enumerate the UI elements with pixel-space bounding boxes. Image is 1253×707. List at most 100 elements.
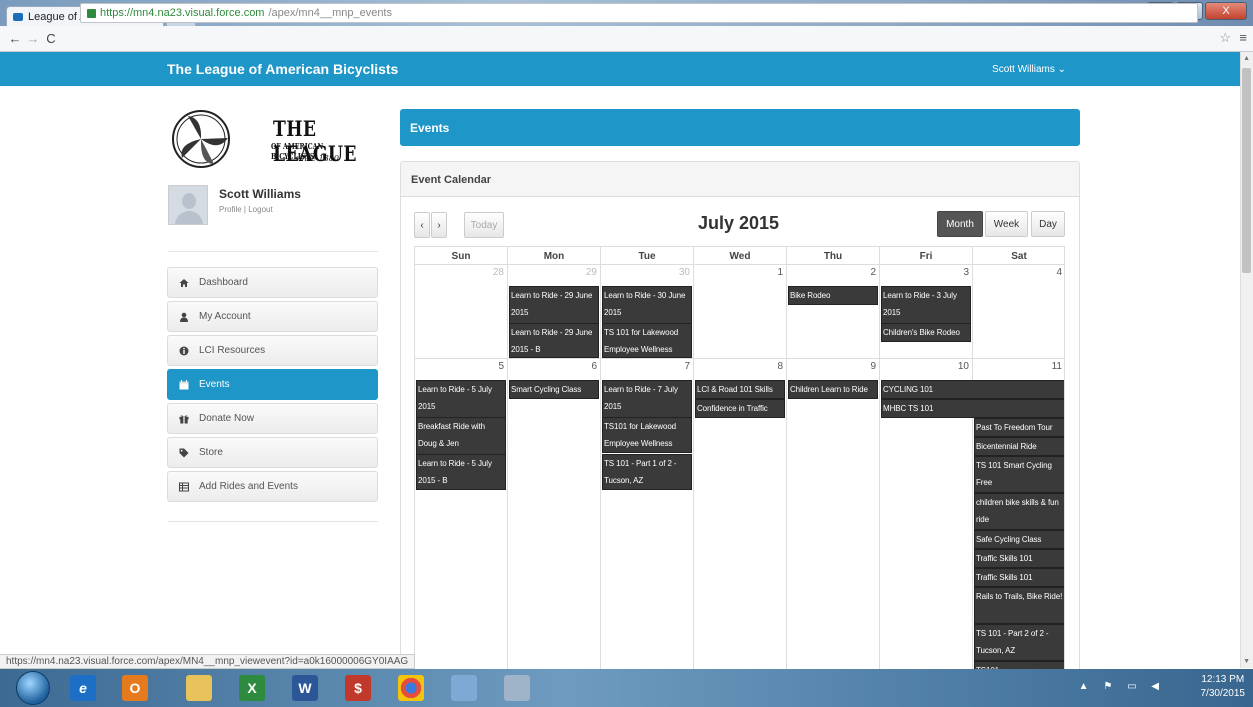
clock[interactable]: 12:13 PM 7/30/2015 <box>1201 673 1246 701</box>
calendar-event[interactable]: TS 101 - Part 1 of 2 - Tucson, AZ <box>602 454 692 490</box>
close-window-button[interactable]: X <box>1205 2 1247 20</box>
nav-item-label: Dashboard <box>199 277 248 288</box>
calendar-event[interactable]: Traffic Skills 101 <box>974 549 1064 568</box>
league-logo[interactable]: THE LEAGUE OF AMERICAN BICYCLISTS since … <box>168 106 380 170</box>
forward-arrow-icon[interactable]: → <box>24 31 42 46</box>
nav-item-donate-now[interactable]: Donate Now <box>167 403 378 434</box>
calendar-event[interactable]: Safe Cycling Class <box>974 530 1064 549</box>
calendar-event[interactable]: Confidence in Traffic <box>695 399 785 418</box>
bicycle-wheel-logo-icon <box>172 110 230 168</box>
calendar-event[interactable]: Past To Freedom Tour <box>974 418 1064 437</box>
calendar-event[interactable]: TS101 for Lakewood Employee Wellness <box>602 417 692 453</box>
today-button[interactable]: Today <box>464 212 504 238</box>
calendar-event[interactable]: Smart Cycling Class <box>509 380 599 399</box>
calendar-event[interactable]: Children's Bike Rodeo <box>881 323 971 342</box>
browser-window: League of American × — □ X ← → C https:/… <box>0 0 1253 707</box>
reload-icon[interactable]: C <box>42 31 60 46</box>
clock-time: 12:13 PM <box>1201 674 1245 685</box>
calendar-grid: Sun Mon Tue Wed Thu Fri Sat 28 29 30 1 2… <box>414 246 1065 676</box>
dow-header: Mon <box>508 247 601 265</box>
internet-explorer-icon[interactable]: e <box>70 675 96 701</box>
calendar-event[interactable]: Rails to Trails, Bike Ride! <box>974 587 1064 624</box>
bookmark-star-icon[interactable]: ☆ <box>1219 30 1231 46</box>
calendar-event[interactable]: Traffic Skills 101 <box>974 568 1064 587</box>
calendar-event[interactable]: Learn to Ride - 5 July 2015 - B <box>416 454 506 490</box>
logout-link[interactable]: Logout <box>248 205 272 214</box>
calendar-event[interactable]: MHBC TS 101 <box>881 399 1064 418</box>
scrollbar-thumb[interactable] <box>1242 68 1251 273</box>
nav-item-dashboard[interactable]: Dashboard <box>167 267 378 298</box>
clock-date: 7/30/2015 <box>1200 688 1246 699</box>
nav-item-lci-resources[interactable]: LCI Resources <box>167 335 378 366</box>
next-month-button[interactable]: › <box>431 212 447 238</box>
dow-header: Wed <box>694 247 787 265</box>
nav-item-my-account[interactable]: My Account <box>167 301 378 332</box>
nav-item-store[interactable]: Store <box>167 437 378 468</box>
dow-header: Fri <box>880 247 973 265</box>
month-view-button[interactable]: Month <box>937 211 983 237</box>
outlook-icon[interactable]: O <box>122 675 148 701</box>
day-number: 4 <box>1056 267 1062 278</box>
calendar-event[interactable]: Learn to Ride - 30 June 2015 <box>602 286 692 324</box>
browser-menu-icon[interactable]: ≡ <box>1239 30 1247 45</box>
day-cell[interactable]: 4 <box>973 265 1064 359</box>
calendar-event[interactable]: Learn to Ride - 3 July 2015 <box>881 286 971 324</box>
info-icon <box>179 346 189 356</box>
day-cell[interactable]: 1 <box>694 265 787 359</box>
avatar[interactable] <box>168 185 208 225</box>
scroll-down-icon[interactable]: ▼ <box>1243 658 1250 665</box>
calendar-event[interactable]: Learn to Ride - 7 July 2015 <box>602 380 692 418</box>
calendar-event[interactable]: Breakfast Ride with Doug & Jen <box>416 417 506 455</box>
day-cell[interactable]: 6 <box>508 359 601 675</box>
nav-item-add-rides-and-events[interactable]: Add Rides and Events <box>167 471 378 502</box>
start-button[interactable] <box>16 671 50 705</box>
chrome-icon[interactable] <box>398 675 424 701</box>
snipping-tool-icon[interactable] <box>451 675 477 701</box>
day-number: 7 <box>684 361 690 372</box>
day-cell[interactable]: 28 <box>415 265 508 359</box>
nav-item-label: My Account <box>199 311 251 322</box>
calendar-event[interactable]: CYCLING 101 <box>881 380 1064 399</box>
nav-item-events[interactable]: Events <box>167 369 378 400</box>
day-view-button[interactable]: Day <box>1031 211 1065 237</box>
word-icon[interactable]: W <box>292 675 318 701</box>
calendar-event[interactable]: Learn to Ride - 29 June 2015 - B <box>509 323 599 358</box>
calendar-event[interactable]: Children Learn to Ride <box>788 380 878 399</box>
calendar-event[interactable]: Bike Rodeo <box>788 286 878 305</box>
day-number: 30 <box>678 267 690 278</box>
calendar-event[interactable]: TS 101 for Lakewood Employee Wellness <box>602 323 692 358</box>
home-icon <box>179 278 189 288</box>
prev-month-button[interactable]: ‹ <box>414 212 430 238</box>
folder-icon[interactable] <box>186 675 212 701</box>
nav-item-label: Store <box>199 447 223 458</box>
calendar-event[interactable]: TS 101 - Part 2 of 2 - Tucson, AZ <box>974 624 1064 661</box>
day-number: 5 <box>498 361 504 372</box>
profile-link[interactable]: Profile <box>219 205 242 214</box>
day-number: 28 <box>492 267 504 278</box>
calculator-icon[interactable] <box>504 675 530 701</box>
calendar-icon <box>179 379 189 390</box>
week-view-button[interactable]: Week <box>985 211 1028 237</box>
excel-icon[interactable]: X <box>239 675 265 701</box>
nav-item-label: Donate Now <box>199 413 255 424</box>
user-menu[interactable]: Scott Williams ⌄ <box>992 64 1066 75</box>
calendar-event[interactable]: children bike skills & fun ride <box>974 493 1064 530</box>
nav-item-label: Add Rides and Events <box>199 481 298 492</box>
url-field[interactable]: https://mn4.na23.visual.force.com/apex/m… <box>80 3 1198 23</box>
page-title: Events <box>400 109 1080 146</box>
dow-header: Sun <box>415 247 508 265</box>
calendar-event[interactable]: Bicentennial Ride <box>974 437 1064 456</box>
site-title[interactable]: The League of American Bicyclists <box>167 61 398 77</box>
calendar-event[interactable]: Learn to Ride - 5 July 2015 <box>416 380 506 418</box>
url-host: https://mn4.na23.visual.force.com <box>100 7 265 19</box>
profile-links: Profile | Logout <box>219 205 273 214</box>
calendar-event[interactable]: LCI & Road 101 Skills <box>695 380 785 399</box>
system-tray-icons[interactable]: ▲ ⚑ ▭ ◀ <box>1079 681 1165 692</box>
app-icon[interactable]: $ <box>345 675 371 701</box>
back-arrow-icon[interactable]: ← <box>6 31 24 46</box>
day-cell[interactable]: 9 <box>787 359 880 675</box>
day-cell[interactable]: 2 <box>787 265 880 359</box>
calendar-event[interactable]: Learn to Ride - 29 June 2015 <box>509 286 599 324</box>
calendar-event[interactable]: TS 101 Smart Cycling Free <box>974 456 1064 493</box>
scroll-up-icon[interactable]: ▲ <box>1243 55 1250 62</box>
